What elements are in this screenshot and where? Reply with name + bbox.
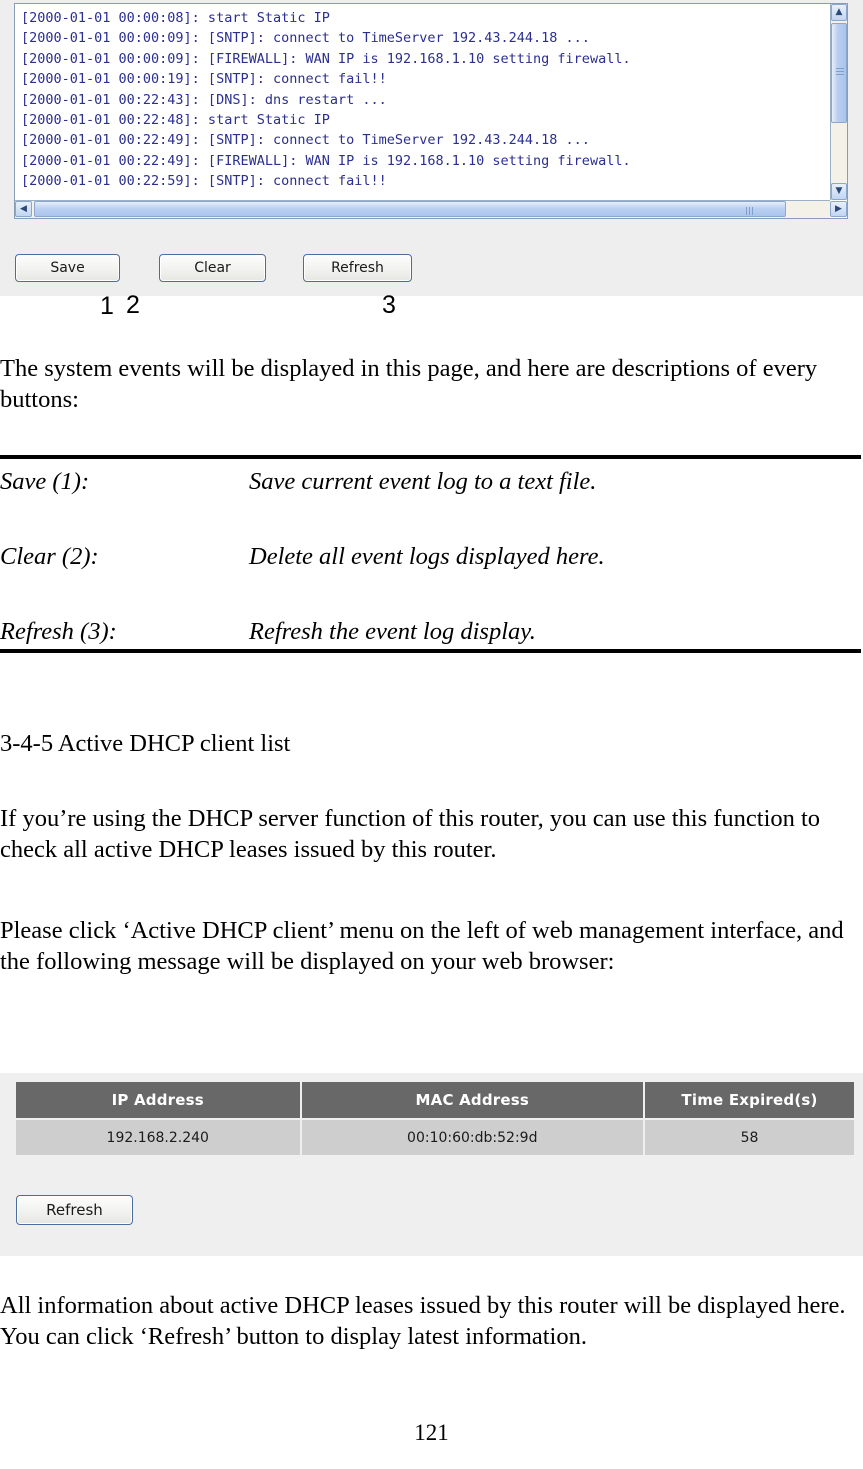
log-line: [2000-01-01 00:00:19]: [SNTP]: connect f… bbox=[21, 71, 387, 88]
dhcp-client-list-screenshot: IP Address MAC Address Time Expired(s) 1… bbox=[0, 1073, 863, 1256]
dhcp-client-table: IP Address MAC Address Time Expired(s) 1… bbox=[16, 1082, 854, 1155]
log-line: [2000-01-01 00:00:09]: [SNTP]: connect t… bbox=[21, 30, 590, 47]
log-line: [2000-01-01 00:00:08]: start Static IP bbox=[21, 10, 330, 26]
event-log-screenshot: [2000-01-01 00:00:08]: start Static IP [… bbox=[0, 0, 863, 296]
table-row: Save (1): Save current event log to a te… bbox=[0, 459, 861, 534]
description-definition: Delete all event logs displayed here. bbox=[249, 543, 605, 570]
column-header-ip-address: IP Address bbox=[16, 1082, 302, 1119]
button-description-table: Save (1): Save current event log to a te… bbox=[0, 455, 861, 653]
description-definition: Refresh the event log display. bbox=[249, 618, 536, 645]
event-log-panel: [2000-01-01 00:00:08]: start Static IP [… bbox=[14, 3, 848, 219]
chevron-right-icon: ▶ bbox=[835, 203, 842, 214]
vertical-scrollbar-thumb[interactable] bbox=[831, 23, 847, 123]
dhcp-paragraph-1: If you’re using the DHCP server function… bbox=[0, 805, 821, 863]
horizontal-scrollbar-thumb[interactable] bbox=[34, 201, 786, 217]
cell-ip-address: 192.168.2.240 bbox=[16, 1118, 302, 1155]
log-line: [2000-01-01 00:22:43]: [DNS]: dns restar… bbox=[21, 91, 387, 108]
log-line: [2000-01-01 00:22:49]: [FIREWALL]: WAN I… bbox=[21, 152, 631, 169]
scrollbar-grip-icon bbox=[746, 207, 755, 215]
scroll-left-icon[interactable]: ◀ bbox=[15, 201, 32, 217]
table-header-row: IP Address MAC Address Time Expired(s) bbox=[16, 1082, 854, 1119]
table-row: Refresh (3): Refresh the event log displ… bbox=[0, 609, 861, 649]
log-line: [2000-01-01 00:22:48]: start Static IP bbox=[21, 112, 330, 129]
callout-number-3: 3 bbox=[382, 291, 396, 319]
column-header-time-expired: Time Expired(s) bbox=[644, 1082, 854, 1119]
scroll-up-icon[interactable]: ▲ bbox=[831, 4, 847, 21]
cell-mac-address: 00:10:60:db:52:9d bbox=[300, 1118, 646, 1155]
callout-number-2: 2 bbox=[126, 291, 140, 319]
vertical-scrollbar[interactable]: ▲ ▼ bbox=[830, 4, 847, 200]
chevron-up-icon: ▲ bbox=[835, 7, 843, 17]
clear-button[interactable]: Clear bbox=[159, 254, 266, 282]
scrollbar-grip-icon bbox=[836, 68, 844, 76]
horizontal-scrollbar[interactable]: ◀ ▶ bbox=[15, 200, 847, 218]
chevron-left-icon: ◀ bbox=[20, 203, 27, 214]
log-line: [2000-01-01 00:00:09]: [FIREWALL]: WAN I… bbox=[21, 50, 631, 67]
dhcp-paragraph-2: Please click ‘Active DHCP client’ menu o… bbox=[0, 917, 844, 975]
scroll-right-icon[interactable]: ▶ bbox=[830, 201, 847, 217]
chevron-down-icon: ▼ bbox=[835, 186, 843, 196]
page-number: 121 bbox=[414, 1420, 449, 1445]
column-header-mac-address: MAC Address bbox=[300, 1082, 646, 1119]
scroll-down-icon[interactable]: ▼ bbox=[831, 183, 847, 200]
description-term: Save (1): bbox=[0, 468, 90, 495]
outro-paragraph: All information about active DHCP leases… bbox=[0, 1292, 846, 1350]
description-term: Clear (2): bbox=[0, 543, 99, 570]
event-log-textarea[interactable]: [2000-01-01 00:00:08]: start Static IP [… bbox=[15, 4, 830, 200]
save-button[interactable]: Save bbox=[15, 254, 120, 282]
section-heading: 3-4-5 Active DHCP client list bbox=[0, 730, 291, 757]
cell-time-expired: 58 bbox=[644, 1118, 854, 1155]
scrollbar-corner bbox=[812, 200, 830, 218]
table-bottom-rule bbox=[0, 649, 861, 653]
callout-number-1: 1 bbox=[100, 292, 114, 320]
table-row: Clear (2): Delete all event logs display… bbox=[0, 534, 861, 609]
description-definition: Save current event log to a text file. bbox=[249, 468, 597, 495]
intro-paragraph: The system events will be displayed in t… bbox=[0, 355, 818, 413]
log-line: [2000-01-01 00:22:49]: [SNTP]: connect t… bbox=[21, 132, 590, 149]
dhcp-refresh-button[interactable]: Refresh bbox=[16, 1195, 133, 1225]
table-row: 192.168.2.240 00:10:60:db:52:9d 58 bbox=[16, 1118, 854, 1155]
description-term: Refresh (3): bbox=[0, 618, 117, 645]
refresh-button[interactable]: Refresh bbox=[303, 254, 412, 282]
log-line: [2000-01-01 00:22:59]: [SNTP]: connect f… bbox=[21, 173, 387, 190]
